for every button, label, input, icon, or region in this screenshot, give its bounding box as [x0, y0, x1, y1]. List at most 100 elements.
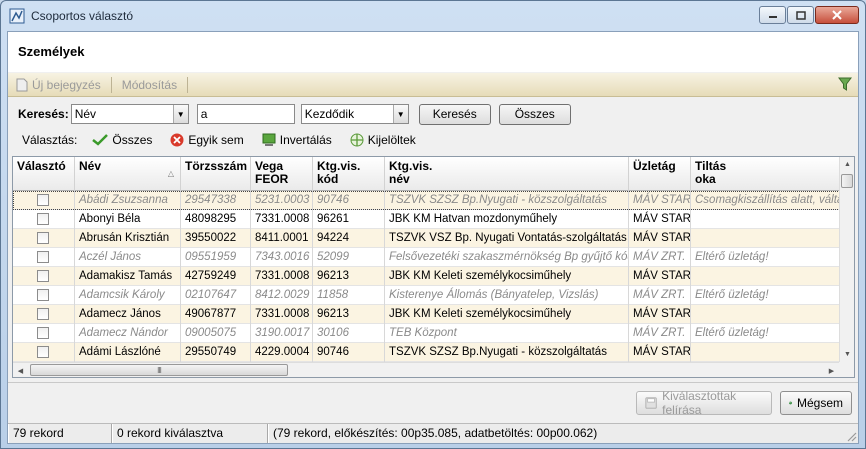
invert-selection-label: Invertálás — [279, 133, 332, 147]
cost-name-cell: JBK KM Keleti személykocsiműhely — [385, 267, 629, 286]
column-header-selector[interactable]: Választó — [13, 157, 75, 191]
column-header-label: Törzsszám — [185, 159, 248, 173]
search-row: Keresés: Név ▼ Kezdődik ▼ Keresés Összes — [8, 101, 858, 127]
grid-header: Választó Név △ Törzsszám Vega FEOR Ktg.vi… — [13, 157, 840, 191]
column-header-reason[interactable]: Tiltás oka — [691, 157, 840, 191]
invert-selection-button[interactable]: Invertálás — [253, 130, 341, 150]
close-icon — [832, 10, 842, 20]
reason-cell — [691, 267, 840, 286]
column-header-name[interactable]: Név △ — [75, 157, 181, 191]
select-checkbox[interactable] — [37, 213, 49, 225]
scroll-left-icon[interactable]: ◀ — [13, 363, 28, 377]
cost-name-cell: Kisterenye Állomás (Bányatelep, Vizslás) — [385, 286, 629, 305]
id-cell: 29547338 — [181, 191, 251, 210]
app-icon — [9, 8, 25, 24]
edit-button[interactable]: Módosítás — [114, 73, 185, 96]
feor-cell: 3190.0017 — [251, 324, 313, 343]
selection-row: Választás: Összes Egyik sem Invertálás K… — [8, 129, 858, 151]
write-selected-button[interactable]: Kiválasztottak felírása — [636, 389, 772, 417]
table-row[interactable]: Adamecz János 49067877 7331.0008 96213 JBK K… — [13, 305, 840, 324]
minimize-button[interactable] — [759, 6, 786, 24]
scroll-right-icon[interactable]: ▶ — [824, 363, 839, 377]
resize-grip-icon[interactable] — [845, 430, 857, 442]
table-row[interactable]: Abrusán Krisztián 39550022 8411.0001 94224 T… — [13, 229, 840, 248]
status-timing: (79 rekord, előkészítés: 00p35.085, adat… — [268, 424, 846, 443]
select-none-button[interactable]: Egyik sem — [161, 130, 252, 150]
horizontal-scrollbar[interactable]: ◀ III ▶ — [13, 362, 839, 377]
close-button[interactable] — [815, 6, 859, 24]
select-checkbox[interactable] — [37, 346, 49, 358]
select-none-label: Egyik sem — [188, 133, 244, 147]
app-window: Csoportos választó Személyek Új bejegyzé… — [0, 0, 866, 449]
select-checkbox[interactable] — [37, 308, 49, 320]
edit-label: Módosítás — [121, 77, 178, 92]
vertical-scroll-thumb[interactable] — [841, 174, 853, 188]
select-checkbox[interactable] — [37, 251, 49, 263]
branch-cell: MÁV ZRT. — [629, 248, 691, 267]
cost-code-cell: 96261 — [313, 210, 385, 229]
undo-arrow-icon — [789, 401, 792, 405]
maximize-button[interactable] — [787, 6, 814, 24]
select-checkbox[interactable] — [37, 232, 49, 244]
column-header-label: Üzletág — [633, 159, 676, 173]
cost-code-cell: 94224 — [313, 229, 385, 248]
column-header-cost-name[interactable]: Ktg.vis. név — [385, 157, 629, 191]
scroll-down-icon[interactable]: ▼ — [840, 347, 854, 362]
table-row[interactable]: Adamcsik Károly 02107647 8412.0029 11858 Kis… — [13, 286, 840, 305]
table-row[interactable]: Aczél János 09551959 7343.0016 52099 Felsőve… — [13, 248, 840, 267]
table-row[interactable]: Adámi Lászlóné 29550749 4229.0004 90746 TSZV… — [13, 343, 840, 362]
branch-cell: MÁV START — [629, 267, 691, 286]
table-row[interactable]: Abonyi Béla 48098295 7331.0008 96261 JBK KM … — [13, 210, 840, 229]
crosshair-icon — [350, 133, 364, 147]
column-header-feor[interactable]: Vega FEOR — [251, 157, 313, 191]
cost-name-cell: JBK KM Hatvan mozdonyműhely — [385, 210, 629, 229]
column-header-branch[interactable]: Üzletág — [629, 157, 691, 191]
horizontal-scroll-thumb[interactable]: III — [30, 364, 288, 376]
table-row[interactable]: Abádi Zsuzsanna 29547338 5231.0003 90746 TSZ… — [13, 191, 840, 210]
select-all-button[interactable]: Összes — [83, 130, 161, 150]
name-cell: Abrusán Krisztián — [75, 229, 181, 248]
column-header-cost-code[interactable]: Ktg.vis. kód — [313, 157, 385, 191]
branch-cell: MÁV START — [629, 305, 691, 324]
cost-code-cell: 90746 — [313, 191, 385, 210]
cancel-button[interactable]: Mégsem — [780, 391, 852, 415]
search-mode-select[interactable]: Kezdődik ▼ — [300, 104, 409, 124]
vertical-scrollbar[interactable]: ▲ ▼ — [839, 157, 854, 362]
select-checkbox[interactable] — [37, 327, 49, 339]
cost-code-cell: 96213 — [313, 305, 385, 324]
table-row[interactable]: Adamecz Nándor 09005075 3190.0017 30106 TEB … — [13, 324, 840, 343]
name-cell: Adamecz Nándor — [75, 324, 181, 343]
id-cell: 39550022 — [181, 229, 251, 248]
save-icon — [645, 397, 657, 409]
scroll-grip: III — [157, 365, 162, 375]
search-input[interactable] — [196, 104, 295, 124]
chevron-down-icon: ▼ — [172, 105, 188, 123]
show-all-button[interactable]: Összes — [498, 103, 571, 125]
title-bar[interactable]: Csoportos választó — [1, 1, 865, 31]
column-header-id[interactable]: Törzsszám — [181, 157, 251, 191]
search-field-select[interactable]: Név ▼ — [70, 104, 189, 124]
name-cell: Abonyi Béla — [75, 210, 181, 229]
select-checkbox[interactable] — [37, 289, 49, 301]
select-checkbox-cell — [13, 210, 75, 229]
search-button[interactable]: Keresés — [418, 103, 491, 125]
cost-code-cell: 11858 — [313, 286, 385, 305]
select-checkbox-cell — [13, 267, 75, 286]
branch-cell: MÁV START — [629, 210, 691, 229]
select-checkbox[interactable] — [37, 194, 49, 206]
table-row[interactable]: Adamakisz Tamás 42759249 7331.0008 96213 JBK… — [13, 267, 840, 286]
feor-cell: 7331.0008 — [251, 267, 313, 286]
cost-name-cell: JBK KM Keleti személykocsiműhely — [385, 305, 629, 324]
scroll-up-icon[interactable]: ▲ — [840, 157, 854, 172]
new-entry-button[interactable]: Új bejegyzés — [8, 73, 109, 96]
select-checkbox[interactable] — [37, 270, 49, 282]
name-cell: Adamcsik Károly — [75, 286, 181, 305]
feor-cell: 7331.0008 — [251, 305, 313, 324]
filter-icon[interactable] — [838, 77, 852, 92]
header-area: Személyek — [8, 32, 858, 72]
document-icon — [16, 78, 28, 91]
id-cell: 09005075 — [181, 324, 251, 343]
name-cell: Aczél János — [75, 248, 181, 267]
window-title: Csoportos választó — [31, 9, 134, 23]
selected-only-button[interactable]: Kijelöltek — [341, 130, 425, 150]
